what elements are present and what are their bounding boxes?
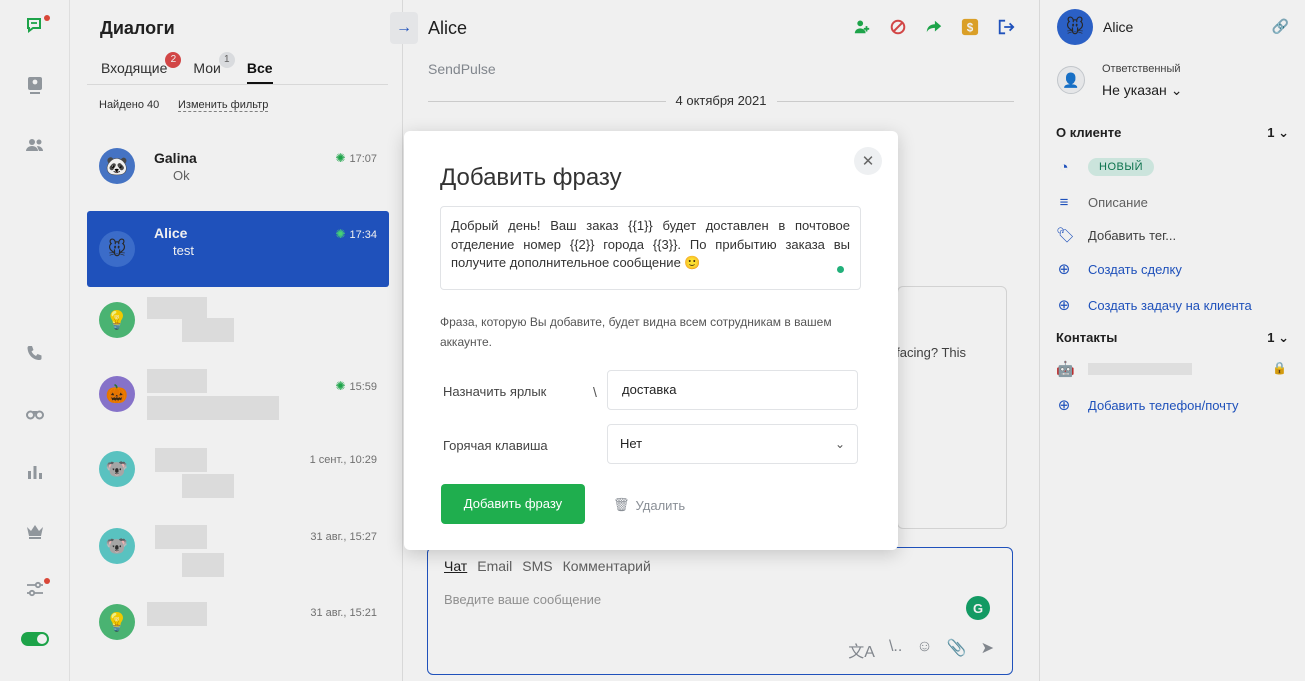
add-phrase-button[interactable]: Добавить фразу [441,484,585,524]
visibility-note: Фраза, которую Вы добавите, будет видна … [440,315,832,349]
hotkey-field-label: Горячая клавиша [443,438,548,453]
label-input[interactable]: доставка [607,370,858,410]
hotkey-select[interactable]: Нет ⌄ [607,424,858,464]
status-dot-icon [837,266,844,273]
close-icon[interactable]: ✕ [854,147,882,175]
modal-title: Добавить фразу [440,164,622,191]
delete-label: Удалить [635,497,686,513]
add-phrase-modal: ✕ Добавить фразу Добрый день! Ваш заказ … [404,131,898,550]
phrase-textarea[interactable]: Добрый день! Ваш заказ {{1}} будет доста… [440,206,861,290]
hotkey-value: Нет [620,436,643,451]
chevron-down-icon: ⌄ [834,437,845,451]
label-field-label: Назначить ярлык [443,384,547,399]
delete-button[interactable]: 🗑 Удалить [613,497,685,513]
phrase-text: Добрый день! Ваш заказ {{1}} будет доста… [451,218,850,270]
backslash-prefix: \ [593,384,597,400]
trash-icon: 🗑 [613,497,630,512]
